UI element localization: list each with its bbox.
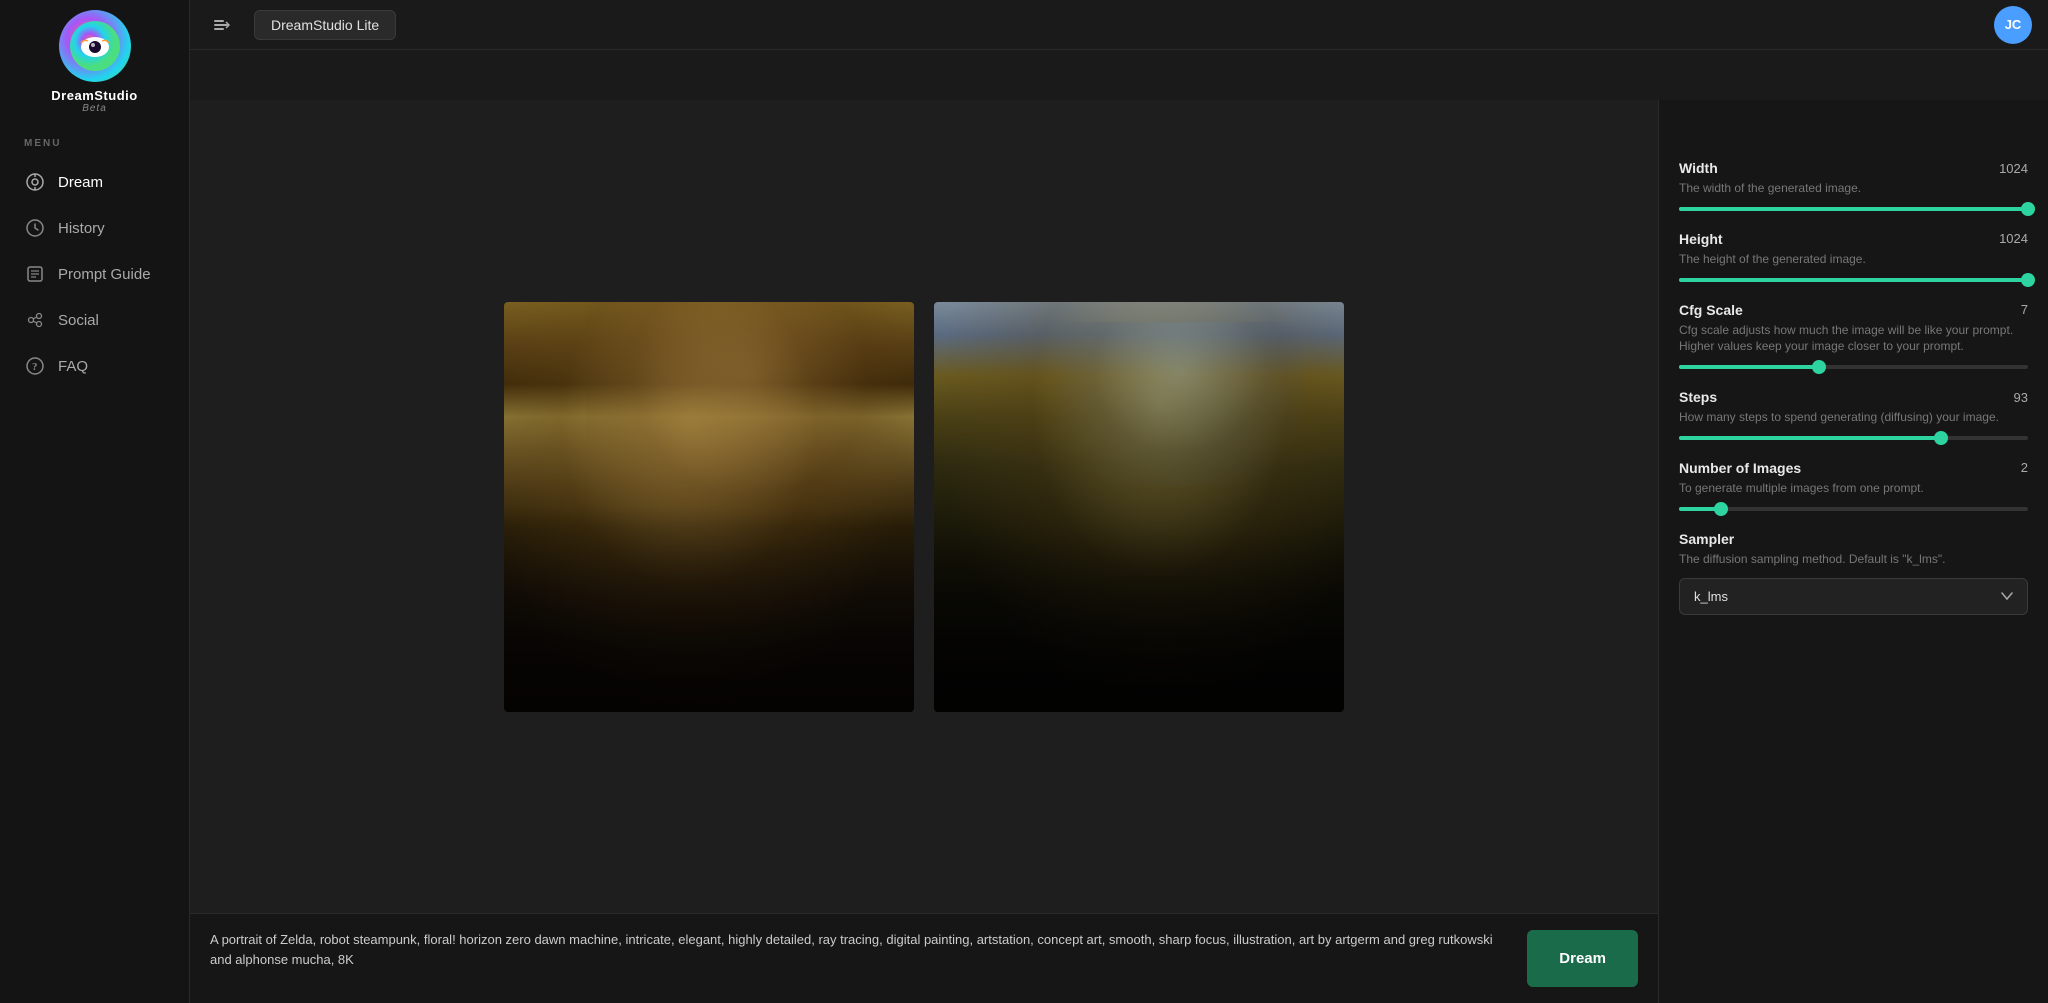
- sidebar-item-history-label: History: [58, 220, 105, 237]
- menu-label: MENU: [0, 138, 61, 149]
- steps-slider[interactable]: [1679, 436, 2028, 440]
- cfg-scale-label: Cfg Scale: [1679, 302, 1743, 318]
- sampler-section: Sampler The diffusion sampling method. D…: [1679, 531, 2028, 615]
- collapse-sidebar-button[interactable]: [206, 9, 238, 41]
- main-content: Dream: [190, 100, 1658, 1003]
- cfg-scale-value: 7: [2021, 302, 2028, 317]
- height-slider[interactable]: [1679, 278, 2028, 282]
- width-desc: The width of the generated image.: [1679, 180, 2028, 197]
- logo-icon: [59, 10, 131, 82]
- sidebar-item-prompt-guide[interactable]: Prompt Guide: [0, 251, 189, 297]
- sidebar-item-social-label: Social: [58, 312, 99, 329]
- dream-icon: [24, 171, 46, 193]
- height-section: Height 1024 The height of the generated …: [1679, 231, 2028, 282]
- chevron-down-icon: [2001, 592, 2013, 600]
- dream-button[interactable]: Dream: [1527, 930, 1638, 987]
- height-value: 1024: [1999, 231, 2028, 246]
- user-avatar[interactable]: JC: [1994, 6, 2032, 44]
- num-images-slider[interactable]: [1679, 507, 2028, 511]
- width-value: 1024: [1999, 161, 2028, 176]
- num-images-section: Number of Images 2 To generate multiple …: [1679, 460, 2028, 511]
- sidebar-item-prompt-guide-label: Prompt Guide: [58, 266, 151, 283]
- sidebar-item-dream[interactable]: Dream: [0, 159, 189, 205]
- app-tab[interactable]: DreamStudio Lite: [254, 10, 396, 40]
- cfg-scale-desc: Cfg scale adjusts how much the image wil…: [1679, 322, 2028, 356]
- logo-area: DreamStudio Beta: [51, 10, 137, 114]
- social-icon: [24, 309, 46, 331]
- steps-label: Steps: [1679, 389, 1717, 405]
- num-images-desc: To generate multiple images from one pro…: [1679, 480, 2028, 497]
- svg-text:?: ?: [32, 361, 38, 373]
- height-desc: The height of the generated image.: [1679, 251, 2028, 268]
- steps-desc: How many steps to spend generating (diff…: [1679, 409, 2028, 426]
- cfg-scale-section: Cfg Scale 7 Cfg scale adjusts how much t…: [1679, 302, 2028, 370]
- num-images-value: 2: [2021, 460, 2028, 475]
- guide-icon: [24, 263, 46, 285]
- steps-section: Steps 93 How many steps to spend generat…: [1679, 389, 2028, 440]
- prompt-input[interactable]: [210, 930, 1511, 987]
- sidebar-item-faq-label: FAQ: [58, 358, 88, 375]
- sidebar-item-social[interactable]: Social: [0, 297, 189, 343]
- faq-icon: ?: [24, 355, 46, 377]
- sidebar-item-dream-label: Dream: [58, 174, 103, 191]
- logo-subtitle: Beta: [82, 103, 107, 114]
- generated-image-2: [934, 302, 1344, 712]
- history-icon: [24, 217, 46, 239]
- logo-title: DreamStudio: [51, 88, 137, 103]
- sidebar-item-history[interactable]: History: [0, 205, 189, 251]
- sidebar-item-faq[interactable]: ? FAQ: [0, 343, 189, 389]
- sampler-desc: The diffusion sampling method. Default i…: [1679, 551, 2028, 568]
- sidebar: DreamStudio Beta MENU Dream History: [0, 0, 190, 1003]
- sampler-label: Sampler: [1679, 531, 1734, 547]
- height-label: Height: [1679, 231, 1723, 247]
- cfg-scale-slider[interactable]: [1679, 365, 2028, 369]
- width-label: Width: [1679, 160, 1718, 176]
- steps-value: 93: [2014, 390, 2028, 405]
- generated-image-1: [504, 302, 914, 712]
- prompt-area: Dream: [190, 913, 1658, 1003]
- sampler-value: k_lms: [1694, 589, 1728, 604]
- settings-panel: Width 1024 The width of the generated im…: [1658, 100, 2048, 1003]
- canvas-area: [190, 100, 1658, 913]
- topbar: DreamStudio Lite JC: [190, 0, 2048, 50]
- width-slider[interactable]: [1679, 207, 2028, 211]
- width-section: Width 1024 The width of the generated im…: [1679, 160, 2028, 211]
- sampler-dropdown[interactable]: k_lms: [1679, 578, 2028, 615]
- num-images-label: Number of Images: [1679, 460, 1801, 476]
